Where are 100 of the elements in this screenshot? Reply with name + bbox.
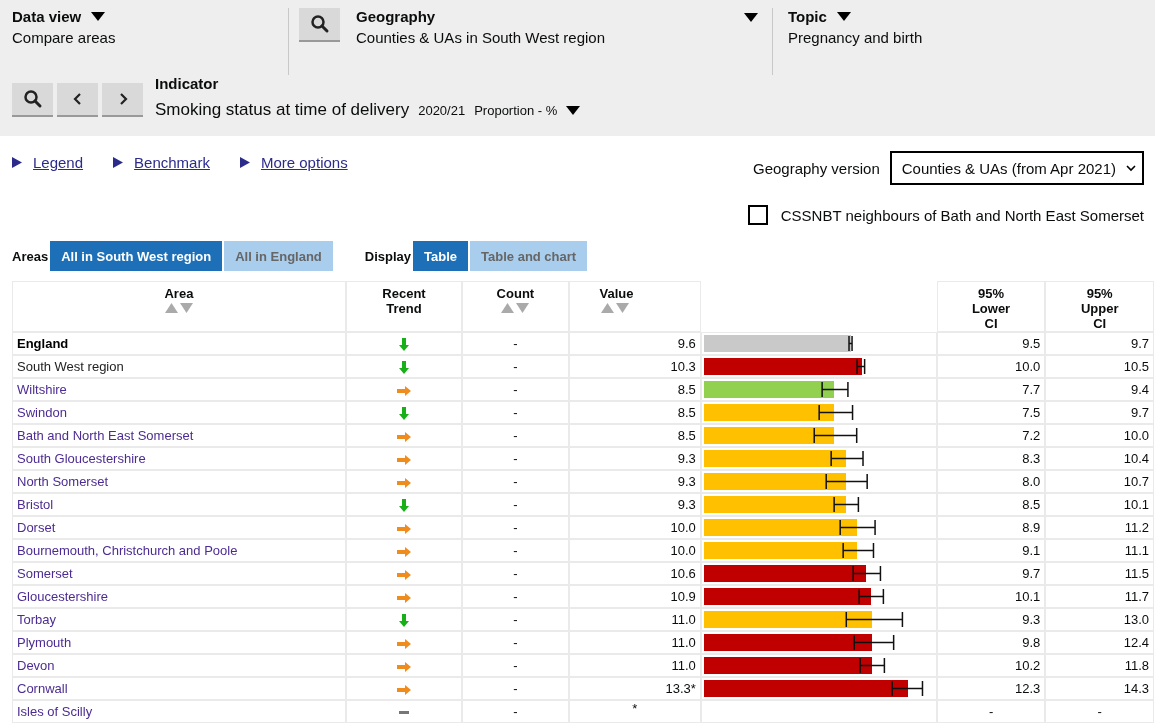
upper-ci: 11.8 <box>1124 658 1149 673</box>
area-name[interactable]: Bath and North East Somerset <box>17 428 194 443</box>
error-bar <box>854 635 894 650</box>
lower-ci: 7.5 <box>1022 405 1041 420</box>
caret-icon[interactable] <box>91 12 106 21</box>
upper-ci: 11.7 <box>1124 589 1149 604</box>
arrow-right-icon <box>397 638 411 649</box>
area-name[interactable]: Torbay <box>17 612 57 627</box>
lower-ci: 10.2 <box>1015 658 1041 673</box>
option-link[interactable]: Legend <box>33 154 84 171</box>
upper-ci: 9.7 <box>1130 405 1149 420</box>
error-bar <box>818 405 853 420</box>
triangle-right-icon <box>113 157 124 168</box>
topic-value: Pregnancy and birth <box>788 29 923 46</box>
search-icon <box>309 14 330 34</box>
data-view-label[interactable]: Data view <box>12 8 82 25</box>
option-link[interactable]: Benchmark <box>134 154 210 171</box>
geography-label[interactable]: Geography <box>356 8 606 25</box>
count-value: - <box>513 497 518 512</box>
chevron-right-icon <box>117 93 128 105</box>
error-bar <box>860 658 885 673</box>
area-name[interactable]: Isles of Scilly <box>17 704 93 719</box>
arrow-right-icon <box>397 431 411 442</box>
error-bar <box>846 612 904 627</box>
error-bar <box>826 474 868 489</box>
count-value: - <box>513 543 518 558</box>
count-value: - <box>513 612 518 627</box>
error-bar <box>852 566 881 581</box>
indicator-name[interactable]: Smoking status at time of delivery <box>155 100 410 120</box>
lower-ci: 9.3 <box>1022 612 1041 627</box>
area-name[interactable]: South Gloucestershire <box>17 451 146 466</box>
upper-ci: 10.4 <box>1123 451 1149 466</box>
checkbox[interactable] <box>747 205 768 225</box>
value: 9.6 <box>677 336 696 351</box>
value: 8.5 <box>677 428 696 443</box>
caret-icon[interactable] <box>744 13 758 22</box>
upper-ci: - <box>1097 704 1102 719</box>
error-bar <box>834 497 859 512</box>
area-name[interactable]: Bournemouth, Christchurch and Poole <box>17 543 238 558</box>
display-toggle[interactable]: Table <box>413 241 469 271</box>
area-name[interactable]: Cornwall <box>17 681 68 696</box>
lower-ci: 8.9 <box>1022 520 1041 535</box>
value: 11.0 <box>671 612 696 627</box>
search-button[interactable] <box>299 8 340 42</box>
search-button[interactable] <box>12 83 53 117</box>
upper-ci: 10.1 <box>1123 497 1149 512</box>
area-name: South West region <box>17 359 124 374</box>
next-button[interactable] <box>102 83 143 117</box>
lower-ci: 7.2 <box>1022 428 1041 443</box>
value: * <box>632 701 638 716</box>
value: 10.0 <box>670 543 696 558</box>
areas-toggle[interactable]: All in South West region <box>50 241 223 271</box>
value: 10.0 <box>670 520 696 535</box>
column-header: 95% Upper CI <box>1079 286 1120 331</box>
lower-ci: 9.7 <box>1022 566 1041 581</box>
error-bar <box>840 520 876 535</box>
arrow-right-icon <box>397 546 411 557</box>
lower-ci: 9.1 <box>1022 543 1041 558</box>
upper-ci: 11.5 <box>1124 566 1149 581</box>
caret-icon[interactable] <box>566 105 581 115</box>
arrow-right-icon <box>397 661 411 672</box>
area-name[interactable]: Wiltshire <box>17 382 67 397</box>
value: 9.3 <box>677 451 696 466</box>
checkbox-label[interactable]: CSSNBT neighbours of Bath and North East Somerset <box>780 206 1144 224</box>
areas-toggle[interactable]: All in England <box>224 241 333 271</box>
caret-icon[interactable] <box>836 12 851 21</box>
lower-ci: 9.8 <box>1022 635 1041 650</box>
triangle-right-icon <box>12 157 22 168</box>
search-icon <box>22 89 43 109</box>
lower-ci: 10.1 <box>1015 589 1041 604</box>
area-name[interactable]: Bristol <box>17 497 54 512</box>
area-name[interactable]: Somerset <box>17 566 73 581</box>
area-name[interactable]: Plymouth <box>17 635 72 650</box>
lower-ci: 8.3 <box>1022 451 1041 466</box>
count-value: - <box>513 428 518 443</box>
column-header: Count <box>496 286 535 301</box>
count-value: - <box>513 451 518 466</box>
geography-version-select[interactable]: Counties & UAs (from Apr 2021) <box>889 151 1144 185</box>
data-view-value: Compare areas <box>12 29 117 46</box>
value: 10.9 <box>670 589 696 604</box>
indicator-label: Indicator <box>155 75 220 92</box>
lower-ci: 10.0 <box>1015 359 1041 374</box>
error-bar <box>892 681 923 696</box>
count-value: - <box>513 635 518 650</box>
lower-ci: - <box>988 704 994 719</box>
lower-ci: 8.0 <box>1022 474 1041 489</box>
arrow-down-icon <box>399 338 409 352</box>
arrow-down-icon <box>399 361 409 375</box>
area-name[interactable]: North Somerset <box>17 474 109 489</box>
count-value: - <box>513 336 518 351</box>
area-name: England <box>17 336 69 351</box>
area-name[interactable]: Devon <box>17 658 55 673</box>
column-header: Value <box>599 286 634 301</box>
option-link[interactable]: More options <box>260 154 348 171</box>
area-name[interactable]: Dorset <box>17 520 56 535</box>
error-bar <box>849 336 853 351</box>
area-name[interactable]: Swindon <box>17 405 67 420</box>
topic-label[interactable]: Topic <box>788 8 827 25</box>
area-name[interactable]: Gloucestershire <box>17 589 109 604</box>
error-bar <box>831 451 864 466</box>
